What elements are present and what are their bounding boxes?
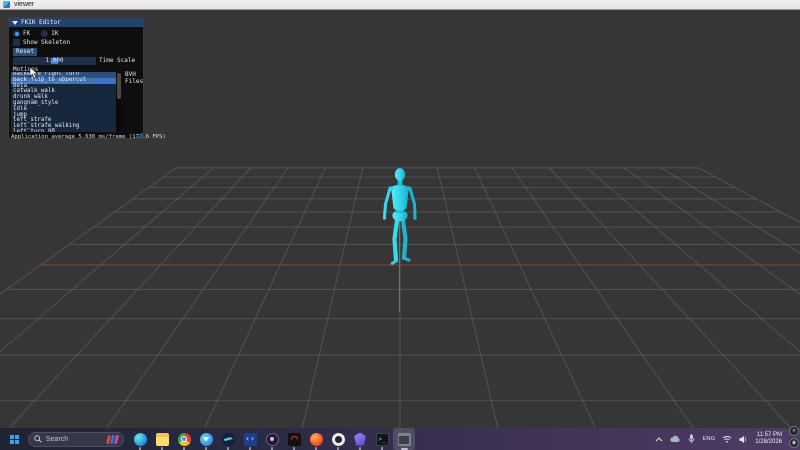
list-scrollbar-thumb[interactable] <box>116 73 121 99</box>
system-tray: ENG 11:57 PM 1/28/2026 <box>655 432 800 446</box>
list-scrollbar[interactable] <box>116 72 121 132</box>
reset-button[interactable]: Reset <box>13 47 38 56</box>
ik-radio[interactable] <box>41 30 49 37</box>
taskbar-app-edge[interactable] <box>129 428 151 450</box>
taskbar-app-mail[interactable] <box>195 428 217 450</box>
file-explorer-icon <box>155 432 169 446</box>
microphone-icon[interactable] <box>688 434 695 444</box>
panel-resize-grip[interactable] <box>137 132 143 138</box>
bvh-files-label: BVH Files <box>125 71 144 85</box>
taskbar-apps <box>129 428 415 450</box>
chrome-icon <box>177 432 191 446</box>
ik-radio-label: IK <box>51 30 59 37</box>
taskbar-app-swoosh[interactable] <box>217 428 239 450</box>
github-icon <box>265 432 279 446</box>
fps-status-text: Application average 5.630 ms/frame (177.… <box>11 134 166 140</box>
language-indicator[interactable]: ENG <box>702 436 715 442</box>
taskbar-app-obs[interactable] <box>327 428 349 450</box>
taskbar-app-github[interactable] <box>261 428 283 450</box>
clock-date: 1/28/2026 <box>755 439 782 445</box>
clock-time: 11:57 PM <box>756 432 782 438</box>
search-highlight-icon[interactable] <box>105 434 120 444</box>
wifi-icon[interactable] <box>722 435 732 443</box>
taskbar-search[interactable]: Search <box>28 431 124 447</box>
taskbar-clock[interactable]: 11:57 PM 1/28/2026 <box>755 432 782 446</box>
screen: viewer FKIK Editor FK IK Show Skeleton R… <box>0 0 800 450</box>
viewer-icon <box>397 432 411 446</box>
tray-chevron-up-icon[interactable] <box>655 436 663 442</box>
panel-title: FKIK Editor <box>21 19 61 26</box>
motion-item[interactable]: left_turn_90 <box>11 129 121 132</box>
obs-icon <box>331 432 345 446</box>
search-placeholder: Search <box>46 435 69 443</box>
edge-icon <box>133 432 147 446</box>
tray-cloud-icon[interactable] <box>670 435 681 443</box>
start-button[interactable] <box>4 429 24 449</box>
taskbar-app-terminal[interactable] <box>371 428 393 450</box>
motion-listbox[interactable]: backward_right_turn back_flip_to_uppercut… <box>11 72 121 132</box>
fk-radio[interactable] <box>13 30 20 37</box>
mouse-cursor <box>29 67 38 79</box>
mail-icon <box>199 432 213 446</box>
collapse-arrow-icon[interactable] <box>12 20 18 25</box>
terminal-icon <box>375 432 389 446</box>
taskbar-app-viewer-active[interactable] <box>393 428 415 450</box>
taskbar-app-file-explorer[interactable] <box>151 428 173 450</box>
window-titlebar[interactable]: viewer <box>0 0 800 10</box>
taskbar-app-chrome[interactable] <box>173 428 195 450</box>
time-scale-label: Time Scale <box>99 57 136 64</box>
swoosh-icon <box>221 432 235 446</box>
slider-value: 1.000 <box>45 57 64 64</box>
taskbar-app-code[interactable] <box>239 428 261 450</box>
taskbar-app-orange[interactable] <box>305 428 327 450</box>
window-app-icon <box>3 1 10 8</box>
acrobat-icon <box>287 432 301 446</box>
overlay-record-button[interactable]: ◉ <box>789 438 799 448</box>
show-skeleton-checkbox[interactable] <box>13 39 20 46</box>
search-icon <box>34 435 42 443</box>
volume-icon[interactable] <box>739 435 748 444</box>
taskbar-app-acrobat[interactable] <box>283 428 305 450</box>
taskbar: Search ENG <box>0 428 800 450</box>
taskbar-app-obsidian[interactable] <box>349 428 371 450</box>
window-title: viewer <box>14 1 35 8</box>
obsidian-icon <box>354 432 366 446</box>
overlay-widget: ✕ ◉ <box>789 426 799 448</box>
overlay-close-button[interactable]: ✕ <box>789 426 799 436</box>
windows-logo-icon <box>9 434 19 444</box>
show-skeleton-label: Show Skeleton <box>23 39 70 46</box>
orange-icon <box>309 432 323 446</box>
code-icon <box>243 432 257 446</box>
fk-radio-label: FK <box>23 30 31 37</box>
panel-titlebar[interactable]: FKIK Editor <box>9 18 143 27</box>
time-scale-slider[interactable]: 1.000 <box>13 56 96 65</box>
